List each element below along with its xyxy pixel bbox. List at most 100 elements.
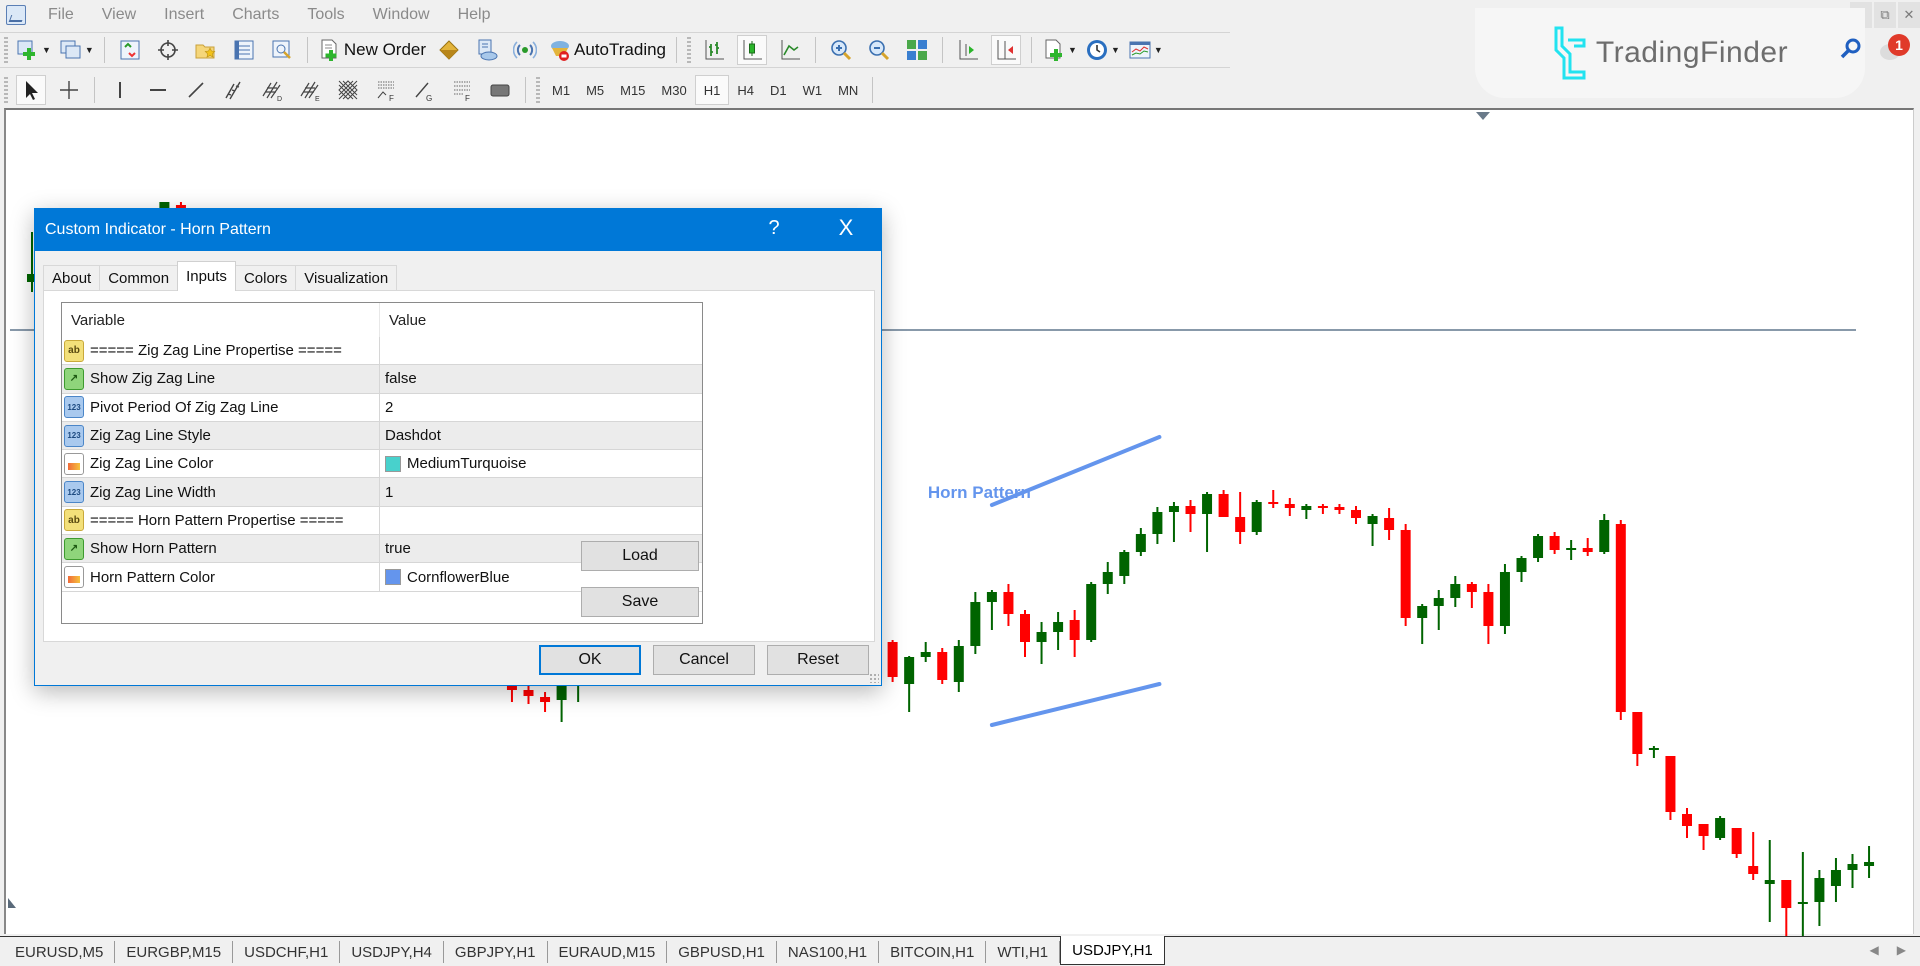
metaeditor-button[interactable] [434,35,464,65]
value-cell[interactable]: false [380,370,702,387]
periods-button[interactable]: ▼ [1085,35,1120,65]
profiles-button[interactable]: ▼ [59,35,94,65]
menu-file[interactable]: File [34,6,88,24]
rectangle-button[interactable] [485,75,515,105]
timeframe-h1[interactable]: H1 [694,75,730,105]
autotrading-button[interactable]: AutoTrading [548,35,666,65]
navigator-button[interactable] [191,35,221,65]
fibonacci-channel-button[interactable]: E [295,75,325,105]
menu-charts[interactable]: Charts [218,6,293,24]
standard-deviation-channel-button[interactable]: D [257,75,287,105]
signals-button[interactable] [472,35,502,65]
tile-windows-button[interactable] [902,35,932,65]
save-button[interactable]: Save [581,587,699,617]
chart-shift-button[interactable] [991,35,1022,65]
timeframe-h4[interactable]: H4 [729,75,762,105]
timeframe-m15[interactable]: M15 [612,75,653,105]
tab-inputs[interactable]: Inputs [177,261,236,291]
column-header-value[interactable]: Value [380,312,426,329]
value-cell[interactable]: 2 [380,399,702,416]
timeframe-m30[interactable]: M30 [653,75,694,105]
menu-help[interactable]: Help [444,6,505,24]
chart-tab-active[interactable]: USDJPY,H1 [1060,936,1165,965]
gann-grid-button[interactable] [333,75,363,105]
menu-window[interactable]: Window [359,6,444,24]
menu-insert[interactable]: Insert [150,6,218,24]
value-cell[interactable]: CornflowerBlue [380,569,702,586]
timeframe-d1[interactable]: D1 [762,75,795,105]
column-header-variable[interactable]: Variable [62,303,380,337]
chart-shift-marker-icon[interactable] [1476,112,1490,120]
toolbar-grip[interactable] [536,77,540,103]
strategy-tester-button[interactable] [267,35,297,65]
tab-scroll-left-icon[interactable]: ◀ [1870,943,1879,957]
chart-tab[interactable]: NAS100,H1 [777,941,880,963]
value-cell[interactable]: 1 [380,484,702,501]
bar-chart-button[interactable] [699,35,729,65]
menu-tools[interactable]: Tools [293,6,358,24]
horizontal-line-button[interactable] [143,75,173,105]
chart-tab[interactable]: WTI,H1 [986,941,1061,963]
table-row[interactable]: 123 Zig Zag Line Width 1 [62,478,702,507]
data-window-button[interactable] [153,35,183,65]
ok-button[interactable]: OK [539,645,641,675]
candlestick-chart-button[interactable] [737,35,768,65]
tab-common[interactable]: Common [99,265,179,291]
search-icon[interactable] [1838,36,1864,62]
resize-grip[interactable] [869,673,879,683]
chart-tab[interactable]: GBPJPY,H1 [444,941,548,963]
menu-view[interactable]: View [88,6,150,24]
vps-button[interactable] [510,35,540,65]
templates-button[interactable]: ▼ [1128,35,1163,65]
chart-tab[interactable]: EURGBP,M15 [115,941,234,963]
crosshair-button[interactable] [54,75,84,105]
fibonacci-retracement-button[interactable]: F [371,75,401,105]
table-row[interactable]: ab ===== Horn Pattern Propertise ===== [62,506,702,536]
table-row[interactable]: ab ===== Zig Zag Line Propertise ===== [62,337,702,366]
timeframe-mn[interactable]: MN [830,75,866,105]
new-order-button[interactable]: New Order [318,35,426,65]
trendline-button[interactable] [181,75,211,105]
fibonacci-expansion-button[interactable]: F [447,75,477,105]
help-button[interactable]: ? [759,217,789,240]
zoom-in-button[interactable] [826,35,856,65]
table-row[interactable]: 123 Zig Zag Line Style Dashdot [62,421,702,451]
vertical-line-button[interactable] [105,75,135,105]
timeframe-m1[interactable]: M1 [544,75,578,105]
autoscroll-button[interactable] [953,35,983,65]
cursor-button[interactable] [16,75,46,105]
timeframe-m5[interactable]: M5 [578,75,612,105]
chart-tab[interactable]: EURUSD,M5 [4,941,116,963]
market-watch-button[interactable] [115,35,145,65]
table-row[interactable]: ↗ Show Zig Zag Line false [62,365,702,394]
equidistant-channel-button[interactable] [219,75,249,105]
reset-button[interactable]: Reset [767,645,869,675]
value-cell[interactable]: MediumTurquoise [380,455,702,472]
chart-tab[interactable]: GBPUSD,H1 [667,941,777,963]
table-row[interactable]: Zig Zag Line Color MediumTurquoise [62,450,702,479]
value-cell[interactable]: Dashdot [380,427,702,444]
tab-colors[interactable]: Colors [234,265,297,291]
zoom-out-button[interactable] [864,35,894,65]
toolbar-grip[interactable] [687,37,692,63]
chart-tab[interactable]: BITCOIN,H1 [879,941,987,963]
timeframe-w1[interactable]: W1 [795,75,831,105]
indicators-button[interactable]: ▼ [1042,35,1077,65]
load-button[interactable]: Load [581,541,699,571]
gann-line-button[interactable]: G [409,75,439,105]
chart-tab[interactable]: USDCHF,H1 [233,941,341,963]
dialog-title-bar[interactable]: Custom Indicator - Horn Pattern ? X [35,209,881,251]
tab-scroll-right-icon[interactable]: ▶ [1897,943,1906,957]
table-row[interactable]: 123 Pivot Period Of Zig Zag Line 2 [62,393,702,422]
toolbar-grip[interactable] [4,37,8,63]
toolbar-grip[interactable] [4,77,8,103]
tab-about[interactable]: About [43,265,101,291]
restore-button[interactable]: ⧉ [1874,2,1896,28]
close-window-button[interactable]: ✕ [1898,2,1920,28]
cancel-button[interactable]: Cancel [653,645,755,675]
chart-tab[interactable]: EURAUD,M15 [548,941,668,963]
tab-visualization[interactable]: Visualization [295,265,398,291]
line-chart-button[interactable] [775,35,805,65]
new-chart-button[interactable]: ▼ [16,35,51,65]
chart-tab[interactable]: USDJPY,H4 [340,941,444,963]
